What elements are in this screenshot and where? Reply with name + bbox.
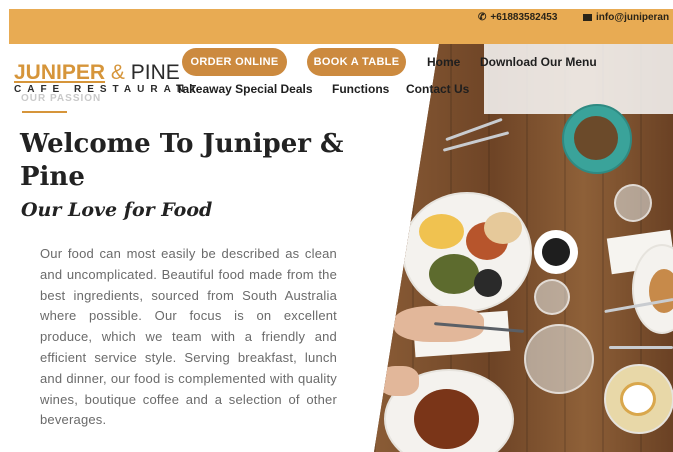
nav-home[interactable]: Home [427, 55, 460, 69]
phone-link[interactable]: ✆ +61883582453 [478, 0, 557, 35]
phone-icon: ✆ [478, 12, 487, 23]
page-title: Welcome To Juniper & Pine [20, 129, 344, 192]
logo-word-pine: PINE [130, 61, 180, 84]
accent-divider [22, 111, 67, 113]
book-table-button[interactable]: BOOK A TABLE [307, 48, 406, 76]
nav-functions[interactable]: Functions [332, 82, 389, 96]
logo-ampersand: & [110, 61, 125, 84]
envelope-icon [583, 14, 592, 21]
site-logo[interactable]: JUNIPER & PINE [14, 61, 180, 85]
logo-word-juniper: JUNIPER [14, 61, 106, 84]
nav-download-menu[interactable]: Download Our Menu [480, 55, 597, 69]
page-subtitle: Our Love for Food [21, 199, 213, 221]
nav-takeaway-deals[interactable]: Takeaway Special Deals [176, 82, 313, 96]
top-bar [9, 9, 673, 44]
section-eyebrow: OUR PASSION [21, 93, 102, 104]
intro-paragraph: Our food can most easily be described as… [40, 246, 337, 428]
nav-contact-us[interactable]: Contact Us [406, 82, 469, 96]
email-address: info@juniperan [596, 12, 670, 23]
phone-number: +61883582453 [490, 12, 558, 23]
order-online-button[interactable]: ORDER ONLINE [182, 48, 287, 76]
email-link[interactable]: info@juniperan [583, 0, 669, 35]
